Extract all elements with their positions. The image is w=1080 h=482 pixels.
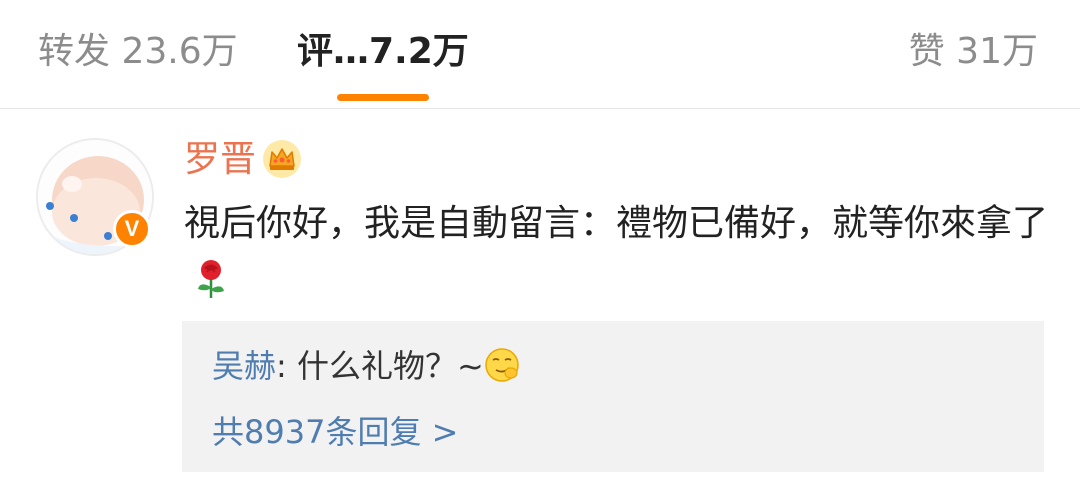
comment-tab-bar: 转发 23.6万 评…7.2万 赞 31万: [0, 0, 1080, 109]
comment-body: 視后你好，我是自動留言：禮物已備好，就等你來拿了: [184, 196, 1054, 308]
comment-username[interactable]: 罗晋: [184, 136, 256, 184]
verified-badge: V: [113, 210, 151, 248]
view-replies-link[interactable]: 共8937条回复 >: [212, 409, 458, 455]
reply-preview: 吴赫: 什么礼物？~: [212, 343, 520, 389]
tab-likes[interactable]: 赞 31万: [909, 28, 1038, 76]
reply-separator: :: [276, 347, 297, 385]
tab-reposts[interactable]: 转发 23.6万: [38, 28, 238, 76]
reply-preview-box[interactable]: 吴赫: 什么礼物？~ 共8937条回复 >: [182, 321, 1044, 472]
reply-author[interactable]: 吴赫: [212, 347, 276, 385]
rose-icon: [198, 260, 224, 298]
tab-comments[interactable]: 评…7.2万: [297, 28, 469, 76]
active-tab-indicator: [337, 94, 429, 101]
comment-text: 視后你好，我是自動留言：禮物已備好，就等你來拿了: [184, 203, 1049, 244]
reply-text: 什么礼物？~: [296, 347, 484, 385]
crown-icon: [263, 140, 301, 178]
smirk-icon: [485, 348, 519, 382]
